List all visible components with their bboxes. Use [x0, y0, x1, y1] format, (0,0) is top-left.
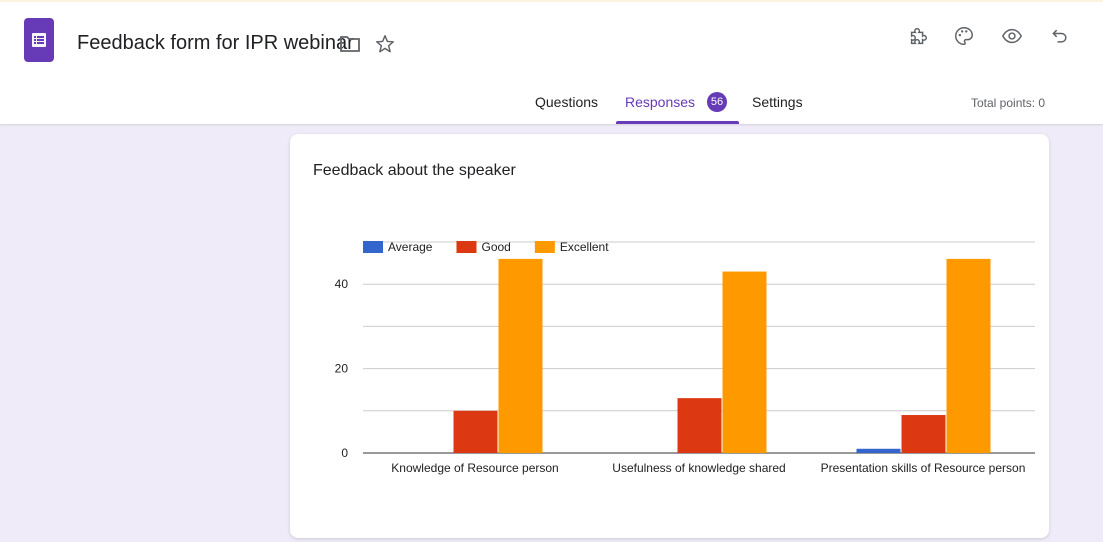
responses-count-badge: 56 — [707, 92, 727, 112]
bar-excellent — [946, 258, 991, 453]
palette-icon[interactable] — [950, 22, 978, 50]
bar-chart: 0 20 40 Knowledge of Resource person Usefuln… — [335, 240, 1035, 475]
bar-good — [453, 410, 498, 453]
addon-puzzle-icon[interactable] — [904, 22, 932, 50]
legend-swatch-good — [456, 241, 477, 253]
y-tick-label: 20 — [335, 362, 349, 376]
legend-label: Good — [481, 240, 510, 254]
legend-label: Excellent — [560, 240, 609, 254]
preview-eye-icon[interactable] — [998, 22, 1026, 50]
legend-swatch-excellent — [534, 241, 555, 253]
bar-average — [856, 448, 901, 453]
active-tab-indicator — [616, 121, 739, 124]
bar-excellent — [498, 258, 543, 453]
undo-icon[interactable] — [1046, 22, 1074, 50]
y-tick-label: 0 — [341, 446, 348, 460]
bar-good — [901, 415, 946, 453]
tab-settings[interactable]: Settings — [752, 94, 803, 110]
bar-excellent — [722, 271, 767, 453]
summary-card: Feedback about the speaker 0 20 40 Knowledg… — [290, 134, 1049, 538]
legend-label: Average — [388, 240, 433, 254]
x-category-label: Knowledge of Resource person — [391, 461, 558, 475]
tab-bar: Questions Responses Settings — [0, 86, 1103, 126]
legend-swatch-average — [363, 241, 383, 253]
tab-responses[interactable]: Responses — [625, 94, 695, 110]
bar-good — [677, 398, 722, 453]
forms-app-icon[interactable] — [24, 18, 54, 62]
document-title[interactable]: Feedback form for IPR webinar — [77, 32, 354, 55]
top-bar: Feedback form for IPR webinar Questions … — [0, 0, 1103, 124]
y-tick-label: 40 — [335, 277, 349, 291]
x-category-label: Presentation skills of Resource person — [821, 461, 1026, 475]
folder-icon[interactable] — [336, 30, 364, 58]
total-points: Total points: 0 — [971, 96, 1046, 110]
tab-questions[interactable]: Questions — [535, 94, 598, 110]
x-category-label: Usefulness of knowledge shared — [612, 461, 785, 475]
star-icon[interactable] — [371, 30, 399, 58]
